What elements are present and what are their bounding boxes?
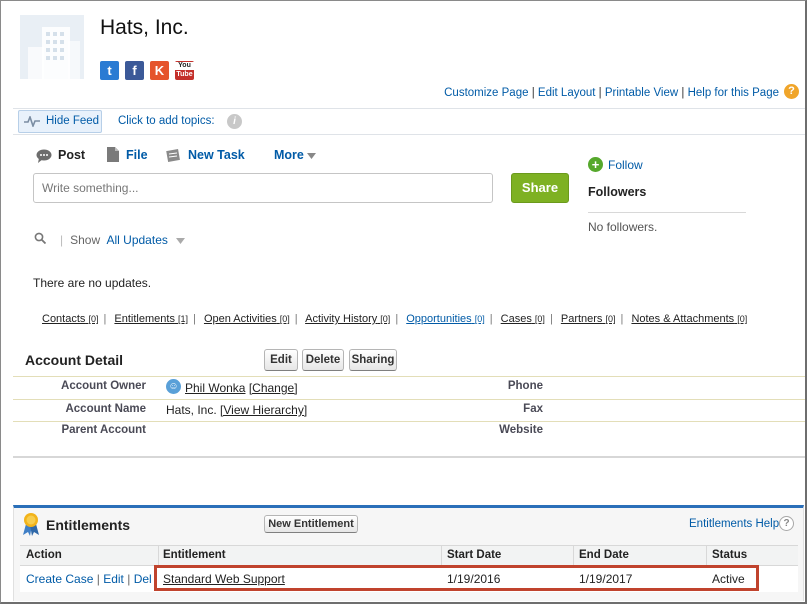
- chevron-down-icon[interactable]: [307, 153, 316, 159]
- related-link-opportunities[interactable]: Opportunities [0]: [406, 313, 485, 325]
- twitter-icon[interactable]: t: [100, 61, 119, 80]
- share-button[interactable]: Share: [511, 173, 569, 203]
- divider: [588, 212, 746, 213]
- no-followers-text: No followers.: [588, 220, 658, 234]
- delete-row-link[interactable]: Del: [134, 572, 152, 586]
- related-link-notes-attachments[interactable]: Notes & Attachments [0]: [631, 313, 747, 325]
- phone-label: Phone: [507, 380, 543, 392]
- klout-icon[interactable]: K: [150, 61, 169, 80]
- separator: |: [127, 572, 131, 586]
- follow-link[interactable]: Follow: [608, 158, 643, 172]
- post-composer-input[interactable]: Write something...: [33, 173, 493, 203]
- separator: |: [681, 87, 685, 99]
- ribbon-award-icon: [23, 513, 39, 536]
- separator: |: [598, 87, 602, 99]
- website-label: Website: [499, 424, 543, 436]
- account-name-label: Account Name: [65, 403, 146, 415]
- separator: |: [96, 572, 100, 586]
- column-status[interactable]: Status: [712, 549, 747, 561]
- related-link-activity-history[interactable]: Activity History [0]: [305, 313, 390, 325]
- delete-button[interactable]: Delete: [302, 349, 344, 371]
- search-icon[interactable]: [34, 232, 46, 244]
- edit-row-link[interactable]: Edit: [103, 572, 124, 586]
- help-icon[interactable]: ?: [784, 84, 799, 99]
- file-icon: [107, 147, 119, 162]
- tab-file[interactable]: File: [126, 148, 148, 162]
- related-link-contacts[interactable]: Contacts [0]: [42, 313, 99, 325]
- related-link-cases[interactable]: Cases [0]: [501, 313, 545, 325]
- entitlements-heading: Entitlements: [46, 517, 131, 533]
- tab-post[interactable]: Post: [58, 148, 85, 162]
- table-header: [20, 545, 798, 566]
- parent-account-label: Parent Account: [61, 424, 146, 436]
- tab-new-task[interactable]: New Task: [188, 148, 245, 162]
- info-icon[interactable]: i: [227, 114, 242, 129]
- add-topics-link[interactable]: Click to add topics:: [118, 115, 215, 127]
- account-logo-icon: [20, 15, 84, 79]
- related-link-entitlements[interactable]: Entitlements [1]: [114, 313, 188, 325]
- printable-view-link[interactable]: Printable View: [605, 87, 678, 99]
- new-task-icon: [166, 149, 180, 162]
- chevron-down-icon[interactable]: [176, 238, 186, 244]
- facebook-icon[interactable]: f: [125, 61, 144, 80]
- column-separator: [706, 545, 707, 566]
- account-owner-label: Account Owner: [61, 380, 146, 392]
- divider: [13, 399, 805, 400]
- change-owner-link[interactable]: [Change]: [249, 381, 298, 395]
- related-link-open-activities[interactable]: Open Activities [0]: [204, 313, 290, 325]
- column-separator: [441, 545, 442, 566]
- page-links: Customize Page | Edit Layout | Printable…: [444, 87, 779, 99]
- show-label: Show: [70, 233, 101, 247]
- account-name-value: Hats, Inc. [View Hierarchy]: [166, 403, 308, 417]
- fax-label: Fax: [523, 403, 543, 415]
- column-separator: [158, 545, 159, 566]
- row-actions: Create Case | Edit | Del: [26, 572, 152, 586]
- followers-heading: Followers: [588, 185, 647, 199]
- feed-pulse-icon: [24, 116, 40, 127]
- feed-filter: | Show All Updates: [60, 233, 186, 247]
- divider: [13, 376, 805, 377]
- column-start-date[interactable]: Start Date: [447, 549, 501, 561]
- create-case-link[interactable]: Create Case: [26, 572, 93, 586]
- owner-link[interactable]: Phil Wonka: [185, 381, 245, 395]
- help-page-link[interactable]: Help for this Page: [688, 87, 779, 99]
- new-entitlement-button[interactable]: New Entitlement: [264, 515, 358, 533]
- show-filter-dropdown[interactable]: All Updates: [107, 233, 168, 247]
- post-icon: [36, 149, 52, 163]
- account-owner-value: Phil Wonka [Change]: [185, 381, 298, 395]
- edit-button[interactable]: Edit: [264, 349, 298, 371]
- entitlements-help-link[interactable]: Entitlements Help: [689, 518, 779, 530]
- tab-more[interactable]: More: [274, 148, 304, 162]
- separator: |: [531, 87, 535, 99]
- related-link-partners[interactable]: Partners [0]: [561, 313, 616, 325]
- related-list-links: Contacts [0] | Entitlements [1] | Open Act…: [42, 313, 748, 325]
- no-updates-text: There are no updates.: [33, 276, 152, 290]
- divider: [13, 456, 805, 458]
- highlight-box: [154, 565, 759, 591]
- sharing-button[interactable]: Sharing: [349, 349, 397, 371]
- user-avatar-icon: ☺: [166, 379, 181, 394]
- view-hierarchy-link[interactable]: [View Hierarchy]: [220, 403, 307, 417]
- divider: [13, 421, 805, 422]
- account-title: Hats, Inc.: [100, 16, 189, 39]
- follow-plus-icon[interactable]: +: [588, 157, 603, 172]
- youtube-icon[interactable]: You Tube: [175, 61, 194, 80]
- column-action: Action: [26, 549, 62, 561]
- customize-page-link[interactable]: Customize Page: [444, 87, 528, 99]
- help-icon[interactable]: ?: [779, 516, 794, 531]
- column-entitlement[interactable]: Entitlement: [163, 549, 226, 561]
- column-separator: [573, 545, 574, 566]
- column-end-date[interactable]: End Date: [579, 549, 629, 561]
- account-detail-heading: Account Detail: [25, 352, 124, 368]
- edit-layout-link[interactable]: Edit Layout: [538, 87, 596, 99]
